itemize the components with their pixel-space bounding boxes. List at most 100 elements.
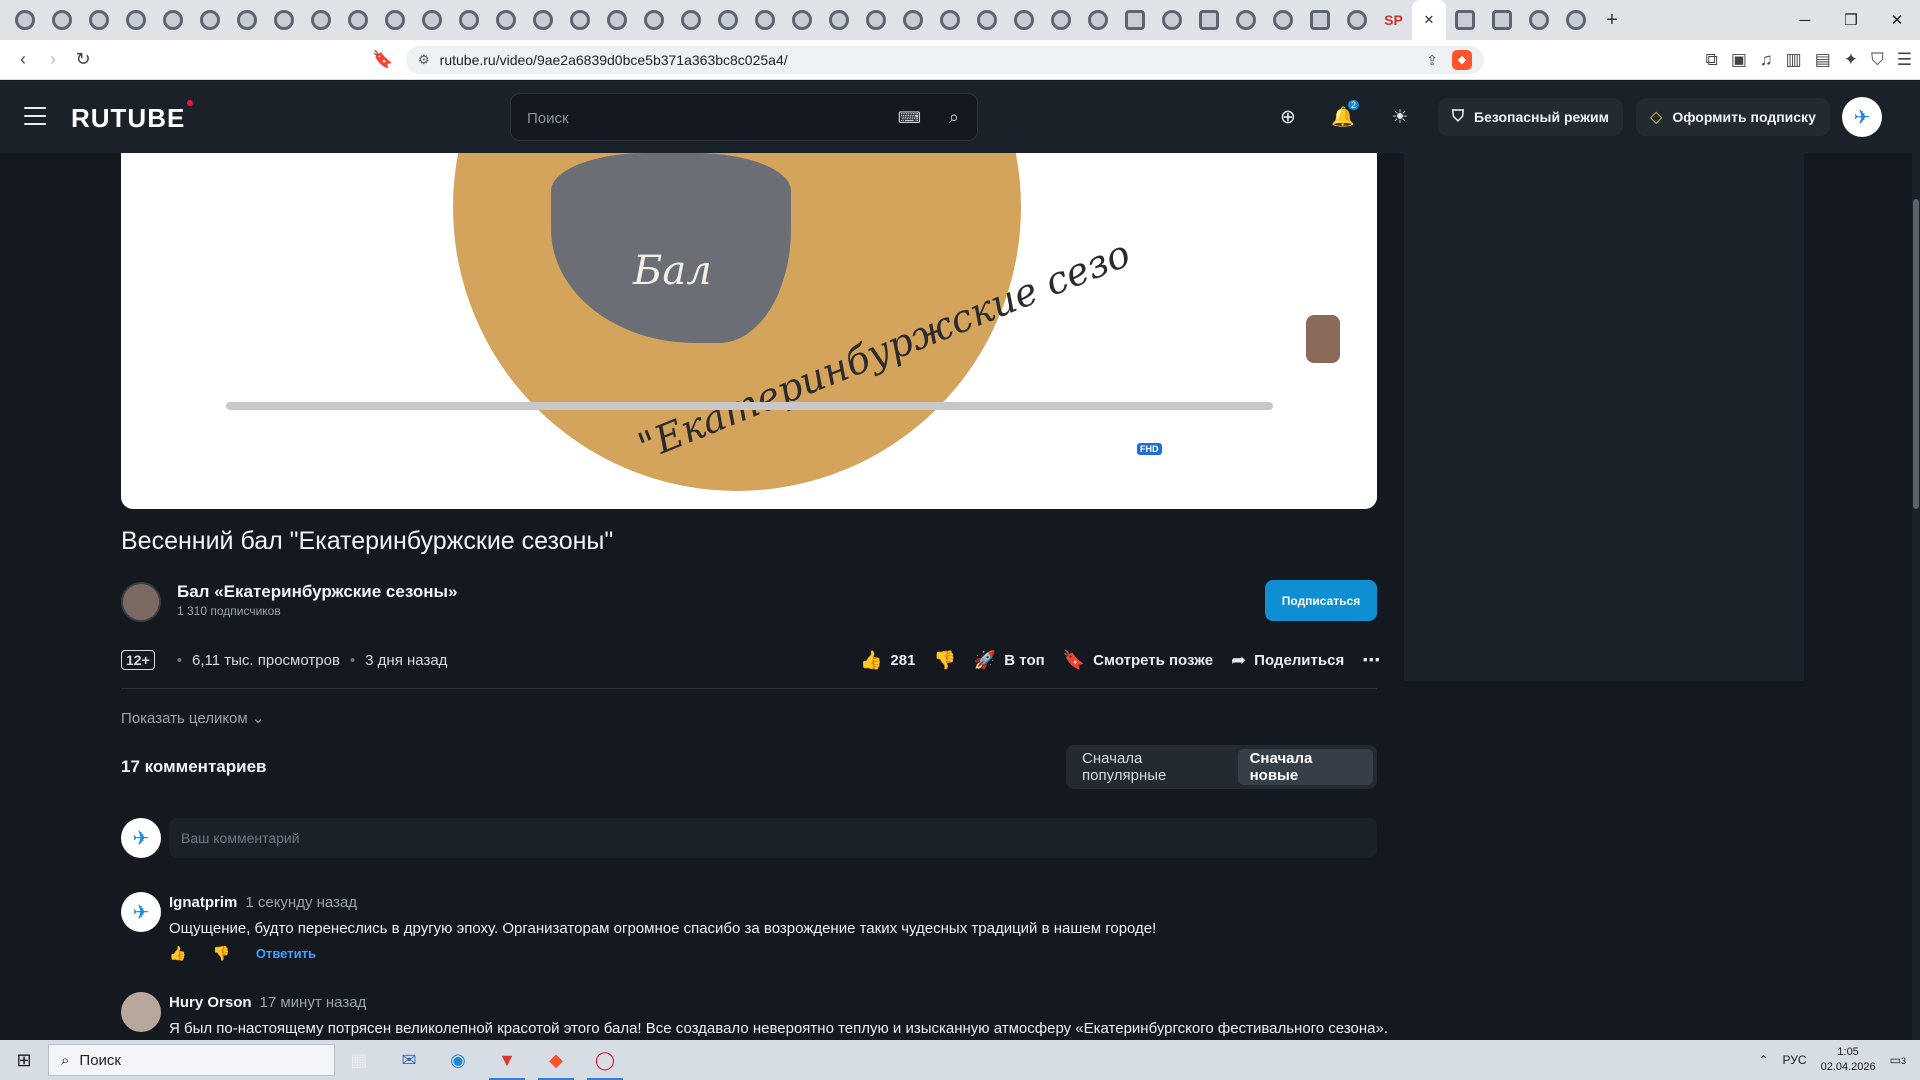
- dislike-button[interactable]: 👎: [933, 650, 955, 671]
- minimize-icon[interactable]: ─: [1782, 0, 1828, 40]
- channel-name[interactable]: Бал «Екатеринбуржские сезоны»: [177, 582, 457, 602]
- browser-tab[interactable]: [1338, 0, 1375, 40]
- browser-tab[interactable]: [450, 0, 487, 40]
- browser-tab[interactable]: [6, 0, 43, 40]
- search-icon[interactable]: ⌕: [949, 107, 959, 128]
- leo-icon[interactable]: ✦: [1844, 50, 1858, 70]
- vpn-icon[interactable]: ⛉: [1871, 50, 1884, 70]
- close-window-icon[interactable]: ✕: [1874, 0, 1920, 40]
- brave-shields-icon[interactable]: ◆: [1452, 50, 1472, 70]
- browser-tab[interactable]: [709, 0, 746, 40]
- browser-tab[interactable]: [1079, 0, 1116, 40]
- language-indicator[interactable]: РУС: [1783, 1053, 1807, 1067]
- tab-search-icon[interactable]: ▣: [1731, 50, 1747, 70]
- browser-tab[interactable]: [746, 0, 783, 40]
- browser-tab[interactable]: [339, 0, 376, 40]
- taskbar-search[interactable]: ⌕ Поиск: [48, 1044, 335, 1076]
- browser-tab[interactable]: [1042, 0, 1079, 40]
- browser-tab[interactable]: [487, 0, 524, 40]
- browser-tab[interactable]: [1520, 0, 1557, 40]
- browser-tab[interactable]: [1446, 0, 1483, 40]
- browser-menu-icon[interactable]: ☰: [1897, 50, 1912, 70]
- user-avatar[interactable]: ✈: [1842, 97, 1882, 137]
- browser-tab[interactable]: [154, 0, 191, 40]
- browser-tab[interactable]: [1264, 0, 1301, 40]
- browser-tab[interactable]: [228, 0, 265, 40]
- comment-author[interactable]: Ignatprim: [169, 894, 237, 911]
- media-icon[interactable]: ♫: [1760, 50, 1773, 70]
- tray-overflow-icon[interactable]: ⌃: [1758, 1053, 1768, 1067]
- menu-icon[interactable]: [24, 107, 46, 125]
- safe-mode-button[interactable]: ⛉ Безопасный режим: [1438, 98, 1624, 136]
- wallet-icon[interactable]: ▤: [1815, 50, 1831, 70]
- more-options-button[interactable]: ⋯: [1362, 650, 1380, 671]
- new-tab-button[interactable]: +: [1594, 9, 1630, 32]
- sort-popular-tab[interactable]: Сначала популярные: [1070, 749, 1238, 785]
- search-input[interactable]: [527, 106, 867, 130]
- reload-icon[interactable]: ↻: [68, 49, 98, 70]
- vivaldi-icon[interactable]: ▼: [483, 1040, 531, 1080]
- sidebar-icon[interactable]: ▥: [1786, 50, 1802, 70]
- restore-icon[interactable]: ❐: [1828, 0, 1874, 40]
- browser-tab[interactable]: [117, 0, 154, 40]
- subscription-button[interactable]: ◇ Оформить подписку: [1636, 98, 1830, 136]
- theme-toggle-icon[interactable]: ☀: [1386, 103, 1414, 131]
- browser-tab[interactable]: [191, 0, 228, 40]
- clock[interactable]: 1:05 02.04.2026: [1821, 1045, 1876, 1075]
- browser-tab[interactable]: [265, 0, 302, 40]
- browser-tab[interactable]: [1301, 0, 1338, 40]
- browser-tab[interactable]: [1227, 0, 1264, 40]
- browser-tab-sp[interactable]: SP: [1375, 0, 1412, 40]
- comment-dislike-icon[interactable]: 👎: [212, 945, 229, 962]
- quality-badge[interactable]: FHD: [1137, 443, 1162, 455]
- outlook-icon[interactable]: ✉: [385, 1040, 433, 1080]
- browser-tab[interactable]: [968, 0, 1005, 40]
- subscribe-button[interactable]: Подписаться: [1265, 580, 1377, 621]
- watch-later-button[interactable]: 🔖 Смотреть позже: [1063, 650, 1213, 671]
- video-player[interactable]: Бал "Екатеринбуржские сезо FHD: [121, 153, 1377, 509]
- comment-input[interactable]: [169, 818, 1377, 858]
- keyboard-icon[interactable]: ⌨: [898, 108, 921, 128]
- channel-thumbnail[interactable]: [1306, 315, 1340, 363]
- task-view-icon[interactable]: ▦: [335, 1040, 383, 1080]
- browser-tab[interactable]: [598, 0, 635, 40]
- browser-tab[interactable]: [524, 0, 561, 40]
- browser-tab[interactable]: [302, 0, 339, 40]
- tab-close-icon[interactable]: ✕: [1424, 12, 1435, 28]
- comment-reply-button[interactable]: Ответить: [256, 946, 316, 961]
- share-button[interactable]: ➦ Поделиться: [1231, 650, 1344, 671]
- brave-icon[interactable]: ◆: [532, 1040, 580, 1080]
- windows-start-icon[interactable]: ⊞: [0, 1040, 48, 1080]
- back-icon[interactable]: ‹: [8, 49, 38, 70]
- show-full-description[interactable]: Показать целиком ⌄: [121, 709, 264, 727]
- url-field[interactable]: ⚙ rutube.ru/video/9ae2a6839d0bce5b371a36…: [406, 46, 1484, 74]
- sort-new-tab[interactable]: Сначала новые: [1237, 749, 1373, 785]
- comment-like-icon[interactable]: 👍: [169, 945, 186, 962]
- browser-tab[interactable]: [820, 0, 857, 40]
- browser-tab[interactable]: [43, 0, 80, 40]
- browser-tab[interactable]: [561, 0, 598, 40]
- browser-tab[interactable]: [1116, 0, 1153, 40]
- browser-tab[interactable]: [894, 0, 931, 40]
- opera-icon[interactable]: ◯: [581, 1040, 629, 1080]
- upload-icon[interactable]: ⊕: [1274, 103, 1302, 131]
- browser-tab[interactable]: [783, 0, 820, 40]
- like-button[interactable]: 👍 281: [860, 650, 915, 671]
- browser-tab[interactable]: [1190, 0, 1227, 40]
- browser-tab[interactable]: [376, 0, 413, 40]
- browser-tab[interactable]: [672, 0, 709, 40]
- edge-icon[interactable]: ◉: [434, 1040, 482, 1080]
- site-info-icon[interactable]: ⚙: [418, 52, 430, 68]
- top-button[interactable]: 🚀 В топ: [974, 650, 1045, 671]
- browser-tab[interactable]: [857, 0, 894, 40]
- browser-tab[interactable]: [1483, 0, 1520, 40]
- channel-avatar[interactable]: [121, 582, 161, 622]
- browser-tab[interactable]: [1005, 0, 1042, 40]
- scrollbar-thumb[interactable]: [1913, 199, 1919, 509]
- forward-icon[interactable]: ›: [38, 49, 68, 70]
- browser-tab[interactable]: [931, 0, 968, 40]
- rutube-logo[interactable]: RUTUBE: [71, 100, 194, 134]
- page-scrollbar[interactable]: [1912, 153, 1920, 1080]
- seek-bar[interactable]: [226, 402, 1273, 410]
- comment-avatar[interactable]: ✈: [121, 892, 161, 932]
